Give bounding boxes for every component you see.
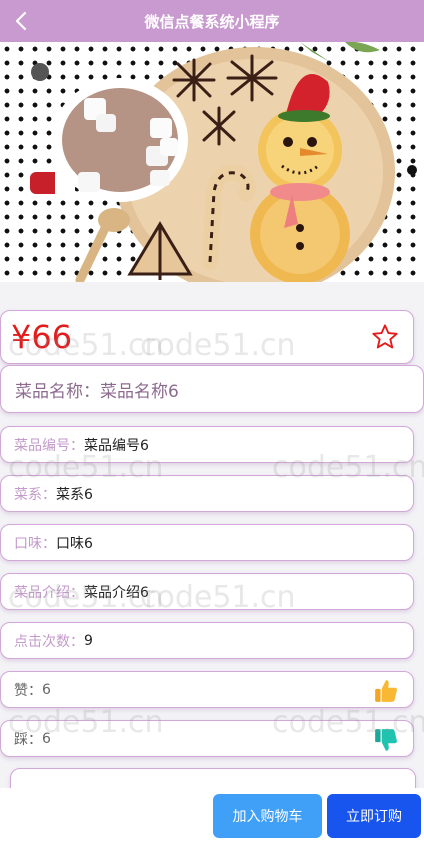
- field-label: 菜系：: [14, 486, 56, 503]
- back-button[interactable]: [8, 8, 34, 34]
- dish-name-card: 菜品名称： 菜品名称6: [0, 365, 424, 413]
- field-value: 菜品编号6: [84, 437, 149, 454]
- dislike-label: 踩：: [14, 731, 42, 748]
- dislike-row: 踩： 6: [0, 720, 414, 757]
- star-outline-icon[interactable]: [371, 323, 399, 351]
- buy-now-button[interactable]: 立即订购: [327, 794, 421, 838]
- like-count: 6: [42, 681, 51, 698]
- dish-name-value: 菜品名称6: [100, 381, 179, 402]
- dislike-count: 6: [42, 730, 51, 747]
- field-row-cuisine: 菜系： 菜系6: [0, 475, 414, 512]
- chevron-left-icon: [15, 11, 27, 31]
- field-row-intro: 菜品介绍： 菜品介绍6: [0, 573, 414, 610]
- like-row: 赞： 6: [0, 671, 414, 708]
- field-label: 点击次数：: [14, 633, 84, 650]
- field-row-code: 菜品编号： 菜品编号6: [0, 426, 414, 463]
- field-value: 菜系6: [56, 486, 93, 503]
- page-title: 微信点餐系统小程序: [144, 12, 280, 31]
- dish-name-label: 菜品名称：: [15, 381, 100, 402]
- field-value: 菜品介绍6: [84, 584, 149, 601]
- price-card: ¥66: [0, 310, 414, 364]
- field-label: 菜品编号：: [14, 437, 84, 454]
- field-row-flavor: 口味： 口味6: [0, 524, 414, 561]
- dish-price: ¥66: [11, 318, 73, 356]
- field-value: 9: [84, 632, 93, 649]
- dish-illustration: [30, 42, 417, 282]
- like-label: 赞：: [14, 682, 42, 699]
- thumbs-down-icon[interactable]: [373, 727, 399, 753]
- field-label: 口味：: [14, 535, 56, 552]
- field-row-clicks: 点击次数： 9: [0, 622, 414, 659]
- field-value: 口味6: [56, 535, 93, 552]
- nav-header: 微信点餐系统小程序: [0, 0, 424, 42]
- add-to-cart-button[interactable]: 加入购物车: [213, 794, 322, 838]
- dish-image: [0, 42, 424, 282]
- thumbs-up-icon[interactable]: [373, 678, 399, 704]
- field-label: 菜品介绍：: [14, 584, 84, 601]
